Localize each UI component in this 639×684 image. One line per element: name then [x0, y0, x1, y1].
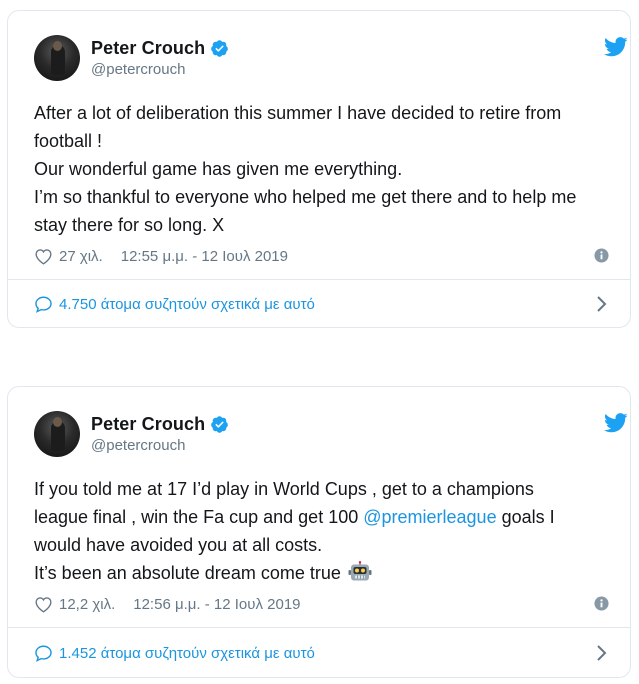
chevron-right-icon[interactable]	[596, 295, 607, 313]
chevron-right-icon[interactable]	[596, 644, 607, 662]
tweet-text-line: If you told me at 17 I’d play in World C…	[34, 479, 534, 499]
tweet-text-line: I’m so thankful to everyone who helped m…	[34, 187, 577, 207]
avatar[interactable]	[34, 35, 80, 81]
discussion-link[interactable]: 4.750 άτομα συζητούν σχετικά με αυτό	[34, 289, 609, 319]
author-name[interactable]: Peter Crouch	[91, 38, 205, 59]
verified-badge-icon	[211, 39, 229, 57]
tweet-meta: 27 χιλ. 12:55 μ.μ. - 12 Ιουλ 2019	[34, 245, 609, 267]
tweet-text-line: football !	[34, 131, 103, 151]
info-icon[interactable]	[594, 248, 609, 263]
timestamp[interactable]: 12:55 μ.μ. - 12 Ιουλ 2019	[121, 248, 288, 265]
tweet-text-line: stay there for so long. X	[34, 215, 225, 235]
robot-emoji	[348, 561, 372, 581]
speech-bubble-icon	[35, 296, 52, 313]
author-block: Peter Crouch @petercrouch	[91, 413, 229, 454]
tweet-text-line: It’s been an absolute dream come true	[34, 559, 609, 587]
verified-badge-icon	[211, 415, 229, 433]
heart-icon[interactable]	[34, 248, 53, 265]
like-count[interactable]: 27 χιλ.	[59, 248, 103, 265]
speech-bubble-icon	[35, 645, 52, 662]
tweet-card: Peter Crouch @petercrouch If you told me…	[7, 386, 631, 678]
author-handle[interactable]: @petercrouch	[91, 437, 229, 454]
tweet-text-fragment: It’s been an absolute dream come true	[34, 563, 346, 583]
twitter-bird-icon[interactable]	[604, 413, 628, 433]
timestamp[interactable]: 12:56 μ.μ. - 12 Ιουλ 2019	[133, 596, 300, 613]
tweet-text: After a lot of deliberation this summer …	[34, 99, 609, 239]
tweet-header: Peter Crouch @petercrouch	[34, 35, 628, 83]
tweet-text-line: Our wonderful game has given me everythi…	[34, 159, 403, 179]
tweet-text-line: After a lot of deliberation this summer …	[34, 103, 562, 123]
tweet-text-line: league final , win the Fa cup and get 10…	[34, 503, 609, 531]
like-count[interactable]: 12,2 χιλ.	[59, 596, 115, 613]
divider	[8, 627, 630, 628]
avatar[interactable]	[34, 411, 80, 457]
tweet-header: Peter Crouch @petercrouch	[34, 411, 628, 459]
tweet-text-fragment: league final , win the Fa cup and get 10…	[34, 507, 364, 527]
twitter-bird-icon[interactable]	[604, 37, 628, 57]
info-icon[interactable]	[594, 596, 609, 611]
author-handle[interactable]: @petercrouch	[91, 61, 229, 78]
author-block: Peter Crouch @petercrouch	[91, 37, 229, 78]
discussion-count-label: 1.452 άτομα συζητούν σχετικά με αυτό	[59, 644, 315, 662]
tweet-text: If you told me at 17 I’d play in World C…	[34, 475, 609, 587]
heart-icon[interactable]	[34, 596, 53, 613]
discussion-link[interactable]: 1.452 άτομα συζητούν σχετικά με αυτό	[34, 638, 609, 668]
author-name[interactable]: Peter Crouch	[91, 414, 205, 435]
tweet-text-line: would have avoided you at all costs.	[34, 535, 323, 555]
mention-link[interactable]: @premierleague	[363, 507, 496, 527]
tweet-meta: 12,2 χιλ. 12:56 μ.μ. - 12 Ιουλ 2019	[34, 593, 609, 615]
discussion-count-label: 4.750 άτομα συζητούν σχετικά με αυτό	[59, 295, 315, 313]
divider	[8, 279, 630, 280]
tweet-card: Peter Crouch @petercrouch After a lot of…	[7, 10, 631, 328]
tweet-text-fragment: goals I	[496, 507, 555, 527]
